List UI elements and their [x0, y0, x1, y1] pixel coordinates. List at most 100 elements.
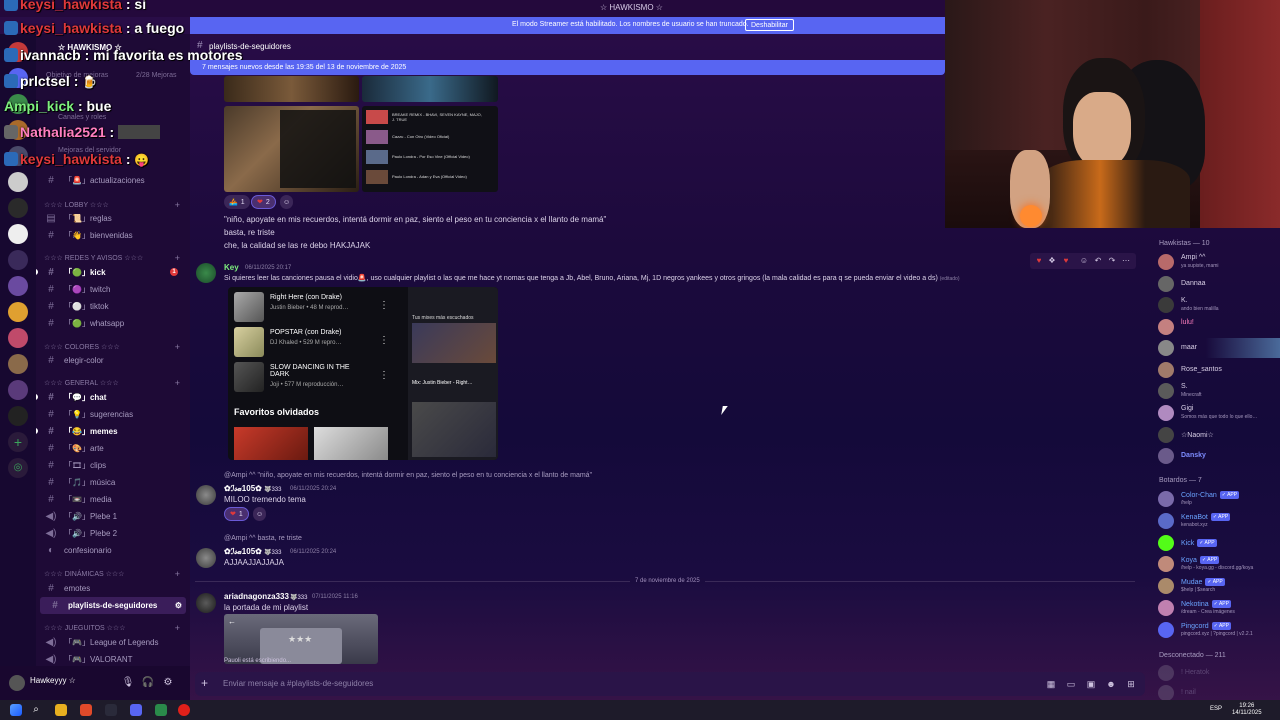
add-channel-icon[interactable]: +: [175, 342, 180, 352]
server-icon[interactable]: [8, 172, 28, 192]
channel-actualizaciones[interactable]: # 「🚨」actualizaciones: [36, 172, 190, 189]
member-item[interactable]: S. Minecraft: [1156, 381, 1280, 401]
avatar[interactable]: [196, 593, 216, 613]
add-reaction-icon[interactable]: ☺: [1078, 255, 1090, 267]
server-icon[interactable]: [8, 250, 28, 270]
avatar[interactable]: [196, 548, 216, 568]
channel-musica[interactable]: # 「🎵」música: [36, 474, 190, 491]
channel-bienvenidas[interactable]: # 「👋」bienvenidas: [36, 227, 190, 244]
member-item[interactable]: lulu!: [1156, 317, 1280, 337]
message-author[interactable]: Key: [224, 263, 239, 272]
channel-arte[interactable]: # 「🎨」arte: [36, 440, 190, 457]
member-item[interactable]: Gigi Somos más que todo lo que ello…: [1156, 403, 1280, 423]
server-icon[interactable]: [8, 224, 28, 244]
member-item[interactable]: maar: [1156, 338, 1280, 358]
server-icon[interactable]: [8, 406, 28, 426]
channel-reglas[interactable]: ▤ 「📜」reglas: [36, 210, 190, 227]
file-explorer-icon[interactable]: [55, 704, 67, 716]
category-redes[interactable]: ☆☆☆ REDES Y AVISOS ☆☆☆ +: [44, 251, 190, 265]
channel-media[interactable]: # 「📼」media: [36, 491, 190, 508]
search-icon[interactable]: ⌕: [30, 704, 42, 716]
member-item[interactable]: Dannaa: [1156, 274, 1280, 294]
settings-gear-icon[interactable]: ⚙: [161, 676, 175, 690]
channel-memes[interactable]: # 「😂」memes: [36, 423, 190, 440]
add-server-icon[interactable]: +: [8, 432, 28, 452]
member-item[interactable]: Ampi ^^ ya supiste, mami: [1156, 252, 1280, 272]
voice-channel-lol[interactable]: ◀) 「🎮」League of Legends: [36, 634, 190, 651]
start-windows-icon[interactable]: [10, 704, 22, 716]
gift-icon[interactable]: ▦: [1045, 678, 1057, 690]
member-item[interactable]: ☆Naomi☆: [1156, 425, 1280, 445]
forward-icon[interactable]: ↷: [1106, 255, 1118, 267]
more-options-icon[interactable]: ⋯: [1120, 255, 1132, 267]
app-icon[interactable]: [105, 704, 117, 716]
channels-roles-link[interactable]: Canales y roles: [58, 114, 106, 121]
obs-icon[interactable]: [178, 704, 190, 716]
channel-elegir-color[interactable]: # elegir-color: [36, 352, 190, 369]
server-icon[interactable]: [8, 198, 28, 218]
message-author[interactable]: ✿ℐ𝓈𝒶105✿: [224, 547, 262, 557]
message-author[interactable]: ariadnagonza333: [224, 592, 289, 601]
channel-clips[interactable]: # 「🎞」clips: [36, 457, 190, 474]
video-attachment[interactable]: Right Here (con Drake) Justin Bieber • 4…: [228, 287, 498, 460]
bot-item[interactable]: Kick ✓ APP: [1156, 533, 1280, 553]
upload-plus-icon[interactable]: +: [201, 676, 208, 690]
channel-twitch[interactable]: # 「🟣」twitch: [36, 281, 190, 298]
channel-tiktok[interactable]: # 「⚪」tiktok: [36, 298, 190, 315]
clock[interactable]: 19:26 14/11/2025: [1232, 703, 1262, 717]
message-input[interactable]: Enviar mensaje a #playlists-de-seguidore…: [223, 679, 373, 688]
avatar[interactable]: [196, 263, 216, 283]
add-reaction-button[interactable]: ☺: [253, 507, 267, 521]
bot-item[interactable]: KenaBot ✓ APP kenabot.xyz: [1156, 511, 1280, 531]
emoji-icon[interactable]: ❖: [1046, 255, 1058, 267]
channel-whatsapp[interactable]: # 「🟢」whatsapp: [36, 315, 190, 332]
channel-confesionario[interactable]: ◐ confesionario: [36, 542, 190, 559]
image-attachment[interactable]: [362, 76, 498, 102]
category-jueguitos[interactable]: ☆☆☆ JUEGUITOS ☆☆☆ +: [44, 621, 190, 635]
bot-item[interactable]: Pingcord ✓ APP pingcord.xyz | ?pingcord | …: [1156, 620, 1280, 640]
username[interactable]: Hawkeyyy ☆: [30, 676, 76, 685]
language-indicator[interactable]: ESP: [1210, 706, 1222, 712]
discord-icon[interactable]: [130, 704, 142, 716]
message-author[interactable]: ✿ℐ𝓈𝒶105✿: [224, 484, 262, 494]
apps-icon[interactable]: ⊞: [1125, 678, 1137, 690]
channel-emotes[interactable]: # emotes: [36, 580, 190, 597]
server-icon[interactable]: [8, 328, 28, 348]
add-channel-icon[interactable]: +: [175, 200, 180, 210]
channel-settings-icon[interactable]: ⚙: [175, 601, 182, 610]
bot-item[interactable]: Nekotina ✓ APP/dream - Crea imágenes: [1156, 598, 1280, 618]
category-general[interactable]: ☆☆☆ GENERAL ☆☆☆ +: [44, 376, 190, 390]
app-icon[interactable]: [155, 704, 167, 716]
bot-item[interactable]: Mudae ✓ APP $help | $search: [1156, 576, 1280, 596]
microphone-icon[interactable]: 🎙: [121, 676, 135, 690]
heart-reaction-icon[interactable]: ♥: [1033, 255, 1045, 267]
reply-icon[interactable]: ↶: [1092, 255, 1104, 267]
heart-reaction-icon[interactable]: ♥: [1060, 255, 1072, 267]
reaction[interactable]: ❤ 2: [251, 195, 276, 209]
voice-channel-plebe-1[interactable]: ◀) 「🔊」Plebe 1: [36, 508, 190, 525]
server-icon[interactable]: [8, 302, 28, 322]
image-attachment[interactable]: [224, 76, 359, 102]
emoji-icon[interactable]: ☻: [1105, 678, 1117, 690]
image-attachment[interactable]: [224, 106, 359, 192]
channel-chat[interactable]: # 「💬」chat: [36, 389, 190, 406]
channel-sugerencias[interactable]: # 「💡」sugerencias: [36, 406, 190, 423]
image-attachment[interactable]: BREAKE REMIX - BHAVI, SEVEN KAYNE, MAJO,…: [362, 106, 498, 192]
reaction[interactable]: 🚣 1: [224, 195, 250, 209]
reply-reference[interactable]: @Ampi ^^ "niño, apoyate en mis recuerdos…: [224, 472, 592, 479]
sticker-icon[interactable]: ▣: [1085, 678, 1097, 690]
gif-icon[interactable]: ▭: [1065, 678, 1077, 690]
bot-item[interactable]: Color-Chan ✓ APP/help: [1156, 489, 1280, 509]
new-messages-bar[interactable]: 7 mensajes nuevos desde las 19:35 del 13…: [190, 60, 945, 75]
brave-browser-icon[interactable]: [80, 704, 92, 716]
discover-icon[interactable]: ◎: [8, 458, 28, 478]
channel-kick[interactable]: # 「🟢」kick 1: [36, 264, 190, 281]
voice-channel-valorant[interactable]: ◀) 「🎮」VALORANT: [36, 651, 190, 666]
add-channel-icon[interactable]: +: [175, 253, 180, 263]
server-icon[interactable]: [8, 380, 28, 400]
category-dinamicas[interactable]: ☆☆☆ DINÁMICAS ☆☆☆ +: [44, 567, 190, 581]
channel-playlists-de-seguidores[interactable]: # playlists-de-seguidores ⚙: [40, 597, 186, 614]
add-channel-icon[interactable]: +: [175, 378, 180, 388]
disable-streamer-button[interactable]: Deshabilitar: [745, 19, 794, 31]
member-item[interactable]: Dansky: [1156, 446, 1280, 466]
